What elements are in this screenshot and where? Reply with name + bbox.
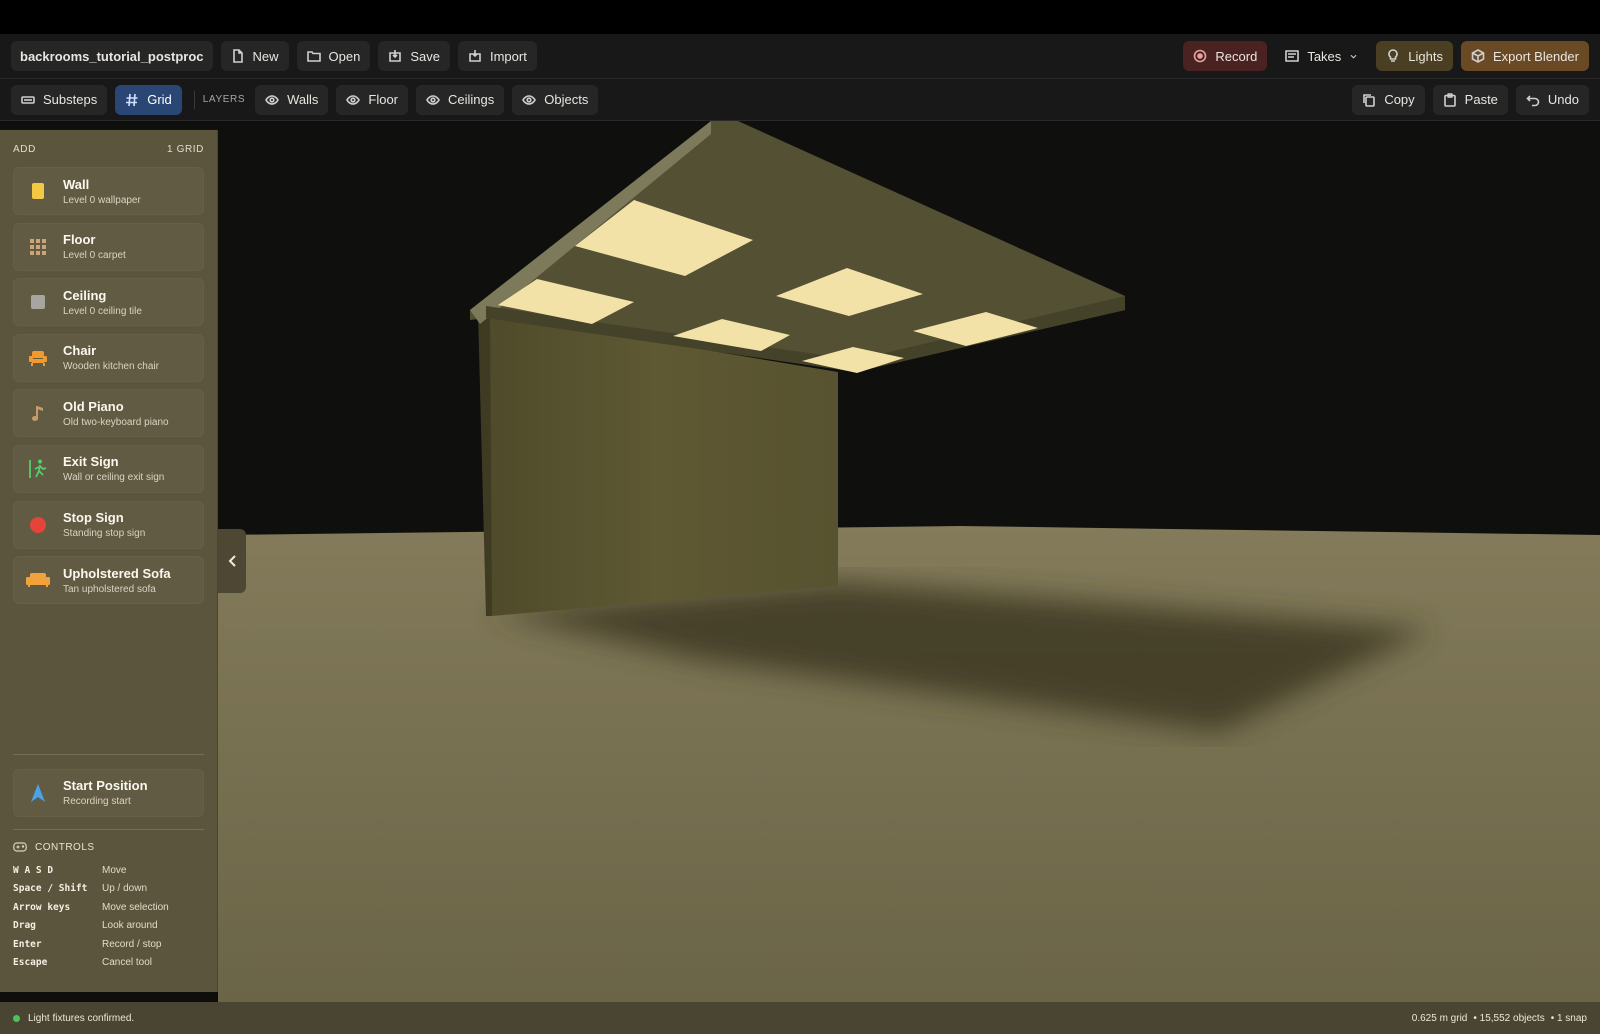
copy-button[interactable]: Copy	[1352, 84, 1425, 115]
collapse-sidebar-button[interactable]	[218, 529, 246, 593]
lights-button[interactable]: Lights	[1376, 41, 1453, 71]
chair-icon	[25, 345, 51, 371]
status-indicator	[13, 1014, 20, 1022]
add-floor-item[interactable]: Floor Level 0 carpet	[13, 222, 204, 271]
sidebar-divider	[13, 828, 204, 830]
grid-size-readout: 0.625 m grid	[1411, 1012, 1468, 1024]
add-label: ADD	[13, 144, 36, 155]
start-position-item[interactable]: Start Position Recording start	[13, 768, 204, 817]
eye-icon	[522, 94, 537, 105]
grid-count: 1 GRID	[167, 144, 204, 155]
add-stop-sign-item[interactable]: Stop Sign Standing stop sign	[13, 500, 204, 549]
add-chair-item[interactable]: Chair Wooden kitchen chair	[13, 333, 204, 382]
import-icon	[469, 50, 481, 62]
import-button[interactable]: Import	[457, 41, 537, 71]
save-icon	[389, 50, 402, 62]
layer-objects-toggle[interactable]: Objects	[512, 84, 599, 115]
add-upholstered-sofa-item[interactable]: Upholstered Sofa Tan upholstered sofa	[13, 556, 204, 605]
clipboard-icon	[1443, 92, 1456, 107]
exit-person-icon	[25, 456, 51, 482]
add-ceiling-item[interactable]: Ceiling Level 0 ceiling tile	[13, 278, 204, 327]
snap-count: • 1 snap	[1550, 1012, 1587, 1024]
add-old-piano-item[interactable]: Old Piano Old two-keyboard piano	[13, 389, 204, 438]
new-button[interactable]: New	[220, 41, 289, 71]
grid-toggle[interactable]: Grid	[115, 84, 182, 115]
folder-icon	[306, 51, 321, 62]
eye-icon	[426, 94, 440, 105]
ceiling-icon	[25, 289, 51, 315]
control-row: Space / Shift Up / down	[13, 883, 148, 894]
add-wall-item[interactable]: Wall Level 0 wallpaper	[13, 167, 204, 215]
chevron-left-icon	[228, 555, 236, 567]
record-icon	[1194, 49, 1207, 63]
undo-button[interactable]: Undo	[1515, 84, 1589, 115]
layer-walls-toggle[interactable]: Walls	[255, 84, 329, 115]
lightbulb-icon	[1388, 49, 1399, 62]
control-row: Escape Cancel tool	[13, 957, 153, 968]
copy-icon	[1363, 93, 1376, 107]
eye-icon	[346, 94, 361, 105]
chevron-down-icon	[1350, 54, 1357, 59]
layer-floor-toggle[interactable]: Floor	[336, 84, 409, 115]
takes-dropdown[interactable]: Takes	[1275, 41, 1368, 71]
music-note-icon	[25, 400, 51, 426]
status-message: Light fixtures confirmed.	[28, 1012, 135, 1024]
control-row: Enter Record / stop	[13, 938, 162, 950]
control-row: W A S D Move	[13, 864, 127, 876]
gamepad-icon	[13, 842, 27, 852]
eye-icon	[265, 94, 280, 105]
sidebar-divider	[13, 753, 204, 755]
file-icon	[232, 49, 243, 63]
sofa-icon	[25, 567, 51, 593]
paste-button[interactable]: Paste	[1432, 84, 1508, 115]
save-button[interactable]: Save	[378, 41, 450, 71]
control-row: Arrow keys Move selection	[13, 901, 169, 913]
stop-circle-icon	[25, 512, 51, 538]
record-button[interactable]: Record	[1183, 41, 1268, 71]
substeps-icon	[21, 95, 35, 104]
layers-label: LAYERS	[193, 90, 245, 109]
status-bar: Light fixtures confirmed. 0.625 m grid •…	[0, 1002, 1600, 1034]
open-button[interactable]: Open	[296, 41, 371, 71]
add-sidebar: ADD 1 GRID Wall Level 0 wallpaper Floor Le…	[0, 130, 218, 992]
floor-grid-icon	[25, 234, 51, 260]
add-exit-sign-item[interactable]: Exit Sign Wall or ceiling exit sign	[13, 444, 204, 493]
list-icon	[1285, 50, 1300, 62]
layers-toolbar: Substeps Grid LAYERS Walls Floor Ceiling…	[0, 79, 1600, 121]
cube-icon	[1471, 49, 1485, 63]
export-blender-button[interactable]: Export Blender	[1461, 41, 1589, 71]
top-toolbar: backrooms_tutorial_postproc New Open Sav…	[0, 34, 1600, 79]
navigation-arrow-icon	[25, 780, 51, 806]
control-row: Drag Look around	[13, 920, 158, 931]
layer-ceilings-toggle[interactable]: Ceilings	[416, 84, 505, 115]
undo-icon	[1526, 94, 1540, 106]
wall-icon	[25, 178, 51, 204]
object-count: • 15,552 objects	[1473, 1012, 1545, 1024]
controls-heading: CONTROLS	[13, 842, 204, 853]
project-name[interactable]: backrooms_tutorial_postproc	[11, 41, 213, 71]
hash-icon	[126, 93, 138, 106]
substeps-button[interactable]: Substeps	[11, 84, 108, 115]
